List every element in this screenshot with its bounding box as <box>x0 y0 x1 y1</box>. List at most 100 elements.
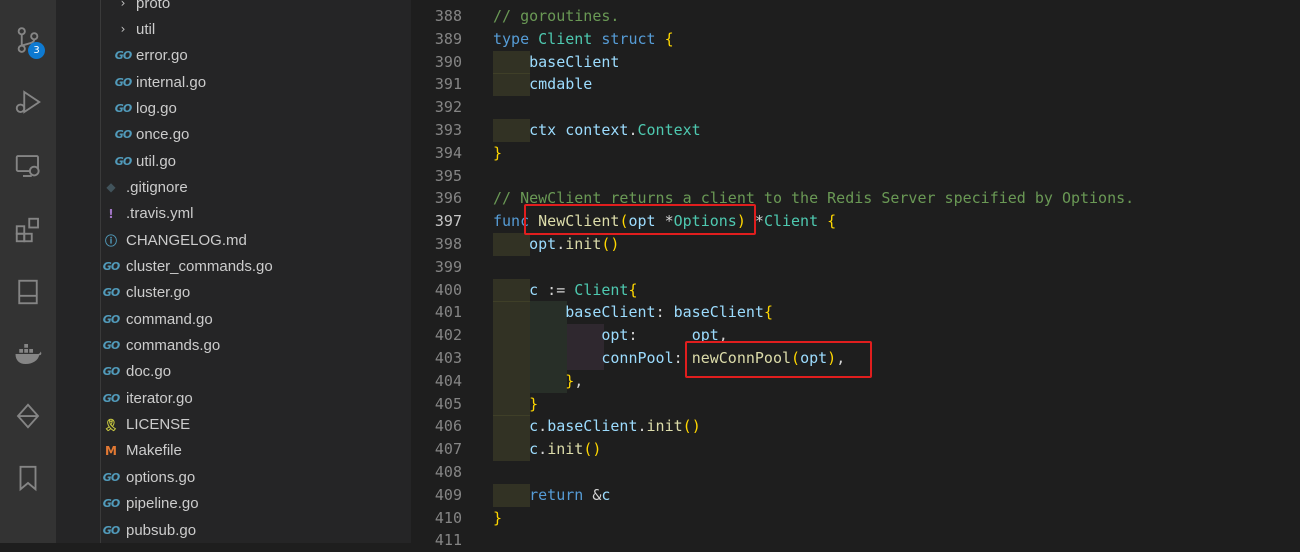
source-control-badge: 3 <box>28 42 45 59</box>
tree-file-item[interactable]: GO util.go <box>56 148 411 174</box>
line-number: 400 <box>434 280 462 299</box>
line-number: 388 <box>434 7 462 25</box>
code-line: 388 // goroutines. <box>411 5 1300 28</box>
code-editor[interactable]: 388 // goroutines. 389 type Client struct {… <box>411 0 1300 549</box>
code-line: 405 } <box>411 392 1300 416</box>
tree-item-label: CHANGELOG.md <box>126 231 247 249</box>
code-text: cmdable <box>529 75 593 94</box>
code-text: ctx context.Context <box>529 121 701 139</box>
tree-file-item[interactable]: GO error.go <box>56 43 411 69</box>
code-line: 407 c.init() <box>411 438 1300 462</box>
docker-icon[interactable] <box>8 334 48 374</box>
run-debug-icon[interactable] <box>8 82 48 122</box>
code-line: 409 return &c <box>411 483 1300 507</box>
tree-item-label: options.go <box>126 468 196 486</box>
line-number: 401 <box>434 303 462 322</box>
code-line: 395 <box>411 165 1300 188</box>
tree-item-label: once.go <box>136 126 190 144</box>
code-text: } <box>493 508 503 527</box>
go-file-icon: GO <box>102 286 120 300</box>
code-line: 410} <box>411 507 1300 530</box>
tree-item-label: doc.go <box>126 363 172 381</box>
code-text: opt.init() <box>529 235 620 253</box>
remote-explorer-icon[interactable] <box>8 146 48 186</box>
tree-item-label: internal.go <box>136 73 207 91</box>
tree-folder-item[interactable]: › util <box>56 16 411 42</box>
tree-file-item[interactable]: ◆ .gitignore <box>56 174 411 200</box>
line-number: 395 <box>434 166 462 185</box>
tree-item-label: pipeline.go <box>126 495 199 513</box>
tree-item-label: commands.go <box>126 337 221 355</box>
tree-file-item[interactable]: GO doc.go <box>56 359 411 385</box>
bookmark-icon[interactable] <box>8 458 48 498</box>
tree-item-label: proto <box>136 0 171 12</box>
activity-bar: 3 <box>0 0 56 543</box>
tree-file-item[interactable]: GO command.go <box>56 306 411 332</box>
tree-file-item[interactable]: GO log.go <box>56 95 411 121</box>
code-text: return &c <box>529 485 611 504</box>
go-file-icon: GO <box>114 49 132 63</box>
md-file-icon: ⓘ <box>104 233 117 248</box>
extensions-icon[interactable] <box>8 210 48 250</box>
tree-item-label: pubsub.go <box>126 521 197 539</box>
tree-file-item[interactable]: GO iterator.go <box>56 385 411 411</box>
make-file-icon: M <box>105 443 117 458</box>
go-file-icon: GO <box>102 260 120 273</box>
tree-folder-item[interactable]: › proto <box>56 0 411 16</box>
go-file-icon: GO <box>102 339 120 353</box>
go-file-icon: GO <box>102 523 120 537</box>
line-number: 394 <box>434 143 462 162</box>
git-graph-icon[interactable] <box>8 396 48 436</box>
code-text: } <box>493 143 503 162</box>
code-line: 399 <box>411 256 1300 279</box>
line-number: 406 <box>434 417 462 436</box>
code-line: 400 c := Client{ <box>411 278 1300 302</box>
line-number: 404 <box>434 371 462 390</box>
line-number: 390 <box>434 52 462 71</box>
tree-item-label: cluster.go <box>126 284 191 302</box>
line-number: 392 <box>434 98 462 117</box>
go-file-icon: GO <box>102 365 120 379</box>
tree-file-item[interactable]: ⓘ CHANGELOG.md <box>56 227 411 253</box>
chevron-right-icon: › <box>120 22 126 37</box>
explorer-sidebar: › proto › util GO error.go GO internal.go GO log.… <box>56 0 411 543</box>
tree-item-label: LICENSE <box>126 416 191 434</box>
tree-file-item[interactable]: GO cluster.go <box>56 280 411 306</box>
go-file-icon: GO <box>102 470 120 484</box>
tree-item-label: log.go <box>136 99 177 117</box>
book-icon[interactable] <box>8 272 48 312</box>
tree-item-label: Makefile <box>126 442 182 460</box>
line-number: 389 <box>434 29 462 48</box>
code-line: 389 type Client struct { <box>411 28 1300 51</box>
go-file-icon: GO <box>114 75 132 89</box>
tree-file-item[interactable]: GO once.go <box>56 122 411 148</box>
code-text: c.init() <box>529 440 602 459</box>
line-number: 397 <box>434 212 462 231</box>
tree-item-label: error.go <box>136 47 188 65</box>
tree-file-item[interactable]: M Makefile <box>56 438 411 464</box>
code-line: 398 opt.init() <box>411 233 1300 256</box>
tree-file-item[interactable]: ! .travis.yml <box>56 201 411 227</box>
code-line: 393 ctx context.Context <box>411 119 1300 142</box>
tree-file-item[interactable]: GO commands.go <box>56 333 411 359</box>
line-number: 393 <box>434 121 462 139</box>
go-file-icon: GO <box>114 128 132 142</box>
code-line: 406 c.baseClient.init() <box>411 415 1300 439</box>
tree-item-label: util.go <box>136 152 177 170</box>
line-number: 402 <box>434 326 462 345</box>
tree-item-label: util <box>136 20 156 38</box>
line-number: 407 <box>434 440 462 459</box>
yml-file-icon: ! <box>108 206 114 221</box>
tree-file-item[interactable]: GO options.go <box>56 464 411 490</box>
code-line: 411 <box>411 529 1300 552</box>
line-number: 403 <box>434 349 462 367</box>
tree-file-item[interactable]: GO internal.go <box>56 69 411 95</box>
line-number: 408 <box>434 463 462 481</box>
tree-file-item[interactable]: GO pipeline.go <box>56 491 411 517</box>
tree-file-item[interactable]: GO cluster_commands.go <box>56 254 411 280</box>
tree-file-item[interactable]: GO pubsub.go <box>56 517 411 543</box>
tree-file-item[interactable]: 🎗 LICENSE <box>56 412 411 438</box>
highlight-box-newclient <box>524 204 756 235</box>
tree-item-label: .gitignore <box>126 178 188 196</box>
line-number: 398 <box>434 235 462 253</box>
